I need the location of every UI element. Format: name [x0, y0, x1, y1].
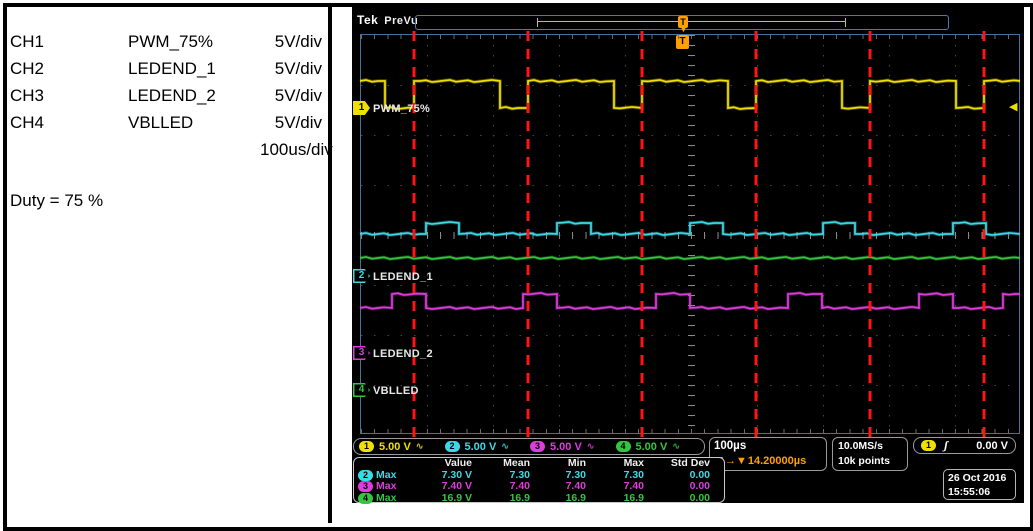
spec-ch: CH3 — [10, 86, 45, 105]
measurement-value: 0.00 — [689, 491, 710, 504]
channel-3-badge: 3 — [358, 481, 373, 493]
record-length-readout: 10k points — [838, 455, 890, 467]
measurement-value: 16.9 — [623, 491, 644, 504]
measurement-header: Min — [567, 457, 586, 469]
measurement-value: 16.9 — [565, 491, 586, 504]
channel-1-label: PWM_75% — [373, 103, 431, 115]
measurement-name: Max — [376, 480, 397, 492]
channel-3-scale-value: 5.00 V — [550, 440, 582, 453]
tek-logo: Tek PreVu — [357, 13, 418, 27]
noise-filter-icon: ∿ — [501, 441, 509, 451]
channel-4-scale-readout[interactable]: 4 5.00 V ∿ — [615, 440, 700, 453]
channel-readouts: 1 5.00 V ∿ 2 5.00 V ∿ 3 5.00 V ∿ 4 5.00 V ∿ — [359, 441, 699, 453]
channel-4-scale-value: 5.00 V — [635, 440, 668, 453]
spec-name: PWM_75% — [128, 32, 214, 51]
channel-4-label: VBLLED — [373, 385, 419, 397]
spec-row: 100us/div — [10, 136, 333, 163]
channel-2-scale-value: 5.00 V — [464, 440, 497, 453]
spec-scale: 5V/div — [274, 59, 322, 78]
acquisition-readout[interactable]: 10.0MS/s 10k points — [832, 437, 908, 471]
trigger-level-readout: 0.00 V — [976, 439, 1008, 452]
channel-2-label: LEDEND_1 — [373, 271, 433, 283]
noise-filter-icon: ∿ — [586, 441, 595, 451]
measurement-header: Mean — [503, 457, 530, 469]
panel-divider — [328, 3, 332, 523]
spec-scale: 100us/div — [260, 140, 333, 159]
measurement-row-label: 4 Max — [356, 491, 408, 505]
channel-4-badge: 4 — [358, 492, 373, 504]
measurement-value: 0.00 — [689, 480, 710, 492]
horizontal-readout[interactable]: 100µs T→▼14.20000µs — [709, 437, 827, 471]
spec-name: LEDEND_1 — [128, 59, 216, 78]
channel-3-badge: 3 — [530, 441, 545, 452]
spec-name: LEDEND_2 — [128, 86, 216, 105]
channel-spec-panel: CH1 PWM_75% 5V/div CH2 LEDEND_1 5V/div CH3 LEDE… — [10, 28, 333, 211]
acquisition-mode-label: PreVu — [384, 15, 419, 27]
channel-1-badge: 1 — [359, 441, 374, 452]
measurement-value: 0.00 — [689, 468, 710, 481]
spec-ch: CH2 — [10, 59, 45, 78]
spec-ch: CH4 — [10, 113, 45, 132]
trigger-delay-readout: T→▼14.20000µs — [714, 454, 822, 469]
oscilloscope-screen: Tek PreVu T ▼ T 1 PWM_75% 2 LEDEND_1 3 LEDEND_… — [352, 7, 1024, 505]
spec-row: CH4 VBLLED 5V/div — [10, 109, 322, 136]
channel-1-scale-readout[interactable]: 1 5.00 V ∿ — [359, 441, 443, 453]
date-text: 26 Oct 2016 — [948, 472, 1007, 484]
spec-scale: 5V/div — [274, 113, 322, 132]
time-text: 15:55:06 — [948, 486, 991, 498]
channel-readout-bar: 1 5.00 V ∿ 2 5.00 V ∿ 3 5.00 V ∿ 4 5.00 V ∿ — [353, 438, 705, 455]
trigger-position-arrow-icon: ▼ — [679, 24, 688, 34]
document-page: CH1 PWM_75% 5V/div CH2 LEDEND_1 5V/div CH3 LEDE… — [0, 0, 1033, 531]
measurement-row-label: 3 Max — [356, 480, 408, 493]
measurement-table: Value Mean Min Max Std Dev 2 Max 7.30 V 7.30 7.30… — [353, 457, 725, 505]
trigger-delay-value: 14.20000µs — [747, 455, 807, 467]
timebase-readout: 100µs — [714, 440, 747, 452]
measurement-value: 16.9 V — [441, 491, 472, 504]
tek-brand: Tek — [357, 13, 379, 27]
measurement-name: Max — [376, 491, 397, 504]
measurement-header: Max — [623, 457, 644, 469]
noise-filter-icon: ∿ — [672, 441, 680, 451]
center-vertical-axis — [688, 35, 695, 433]
datetime-box: 26 Oct 2016 15:55:06 — [943, 469, 1016, 500]
channel-2-scale-readout[interactable]: 2 5.00 V ∿ — [444, 440, 529, 453]
noise-filter-icon: ∿ — [415, 441, 424, 451]
measurement-header: Value — [444, 457, 472, 469]
spec-name: VBLLED — [128, 113, 194, 132]
measurement-value: 7.40 V — [441, 480, 472, 492]
measurement-value: 7.40 — [565, 480, 586, 492]
spec-row: CH1 PWM_75% 5V/div — [10, 28, 322, 55]
sample-rate-readout: 10.0MS/s — [838, 440, 883, 452]
measurement-value: 7.40 — [623, 480, 644, 492]
spec-scale: 5V/div — [274, 32, 322, 51]
duty-text: Duty = 75 % — [10, 191, 104, 210]
spec-name — [128, 136, 260, 163]
graticule — [360, 34, 1020, 434]
measurement-header: Std Dev — [670, 457, 710, 469]
channel-1-scale-value: 5.00 V — [379, 440, 411, 453]
measurement-value: 16.9 — [509, 491, 530, 504]
spec-row: CH3 LEDEND_2 5V/div — [10, 82, 322, 109]
spec-row: CH2 LEDEND_1 5V/div — [10, 55, 322, 82]
trigger-readout[interactable]: 1 ʃ 0.00 V — [913, 437, 1016, 454]
channel-3-label: LEDEND_2 — [373, 348, 433, 360]
channel-spec-rows: CH1 PWM_75% 5V/div CH2 LEDEND_1 5V/div CH3 LEDE… — [10, 28, 333, 163]
channel-2-badge: 2 — [444, 441, 460, 452]
trigger-level-arrow-icon: ◀ — [1009, 101, 1018, 113]
spec-scale: 5V/div — [274, 86, 322, 105]
spec-ch: CH1 — [10, 32, 45, 51]
trigger-source-badge: 1 — [921, 440, 936, 451]
channel-3-scale-readout[interactable]: 3 5.00 V ∿ — [530, 441, 614, 453]
meas-corner — [356, 458, 408, 470]
measurement-value: 7.40 — [509, 480, 530, 492]
channel-4-badge: 4 — [615, 441, 631, 452]
measurement-grid: Value Mean Min Max Std Dev 2 Max 7.30 V 7.30 7.30… — [356, 457, 722, 505]
trigger-slope-icon: ʃ — [944, 438, 948, 452]
spec-ch — [10, 136, 128, 163]
channel-2-badge: 2 — [358, 469, 373, 481]
acquisition-window — [537, 18, 846, 27]
trigger-delay-prefix-icon: →▼ — [725, 455, 747, 467]
